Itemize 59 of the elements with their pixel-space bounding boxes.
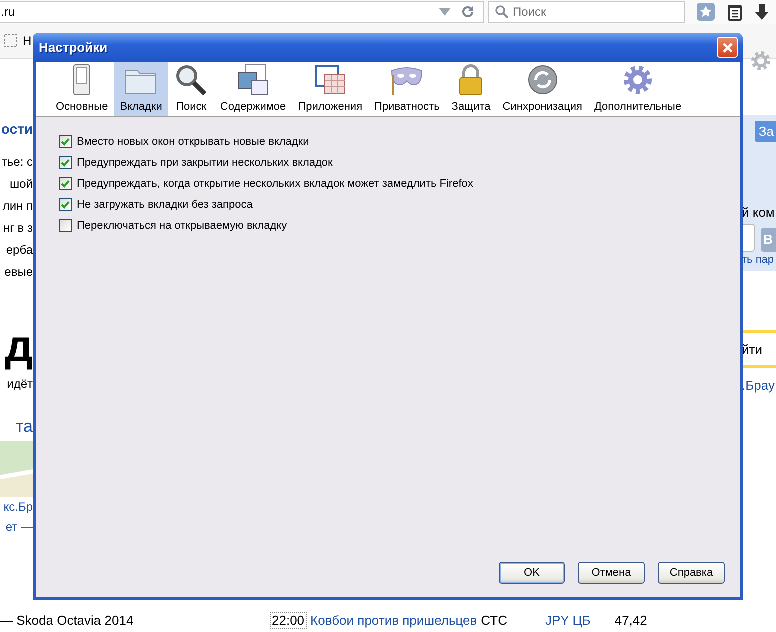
search-icon: [174, 63, 208, 97]
dropdown-arrow-icon[interactable]: [439, 8, 451, 16]
settings-tab[interactable]: Защита: [446, 62, 497, 116]
article-text: шой: [10, 176, 33, 193]
clipboard-icon[interactable]: [727, 3, 743, 21]
checkmark-icon: [61, 158, 70, 166]
article-link[interactable]: кс.Бр: [4, 497, 33, 517]
download-arrow-icon[interactable]: [755, 4, 769, 20]
article-text: тье: с: [2, 154, 33, 171]
checkmark-icon: [61, 200, 70, 208]
settings-tab[interactable]: Приватность: [368, 62, 446, 116]
find-button[interactable]: йти: [742, 342, 762, 356]
settings-tab[interactable]: Дополнительные: [588, 62, 688, 116]
form-label: й ком: [742, 205, 776, 220]
article-text: идёт: [7, 376, 33, 393]
checkmark-icon: [61, 180, 70, 188]
settings-tab[interactable]: Поиск: [168, 62, 214, 116]
photo-placeholder: [0, 441, 33, 497]
link[interactable]: .Брау: [742, 378, 776, 393]
settings-tab[interactable]: Вкладки: [114, 62, 168, 116]
settings-tab[interactable]: Основные: [50, 62, 114, 116]
settings-tab[interactable]: Содержимое: [214, 62, 292, 116]
address-field[interactable]: .ru: [0, 1, 484, 23]
option-checkbox[interactable]: Предупреждать при закрытии нескольких вкладок: [59, 156, 740, 169]
rate-value: 47,42: [614, 612, 648, 628]
close-icon: [722, 42, 734, 54]
settings-tab[interactable]: Приложения: [292, 62, 369, 116]
search-icon: [495, 5, 509, 19]
article-link[interactable]: ости: [1, 121, 33, 151]
option-checkbox[interactable]: Предупреждать, когда открытие нескольких вкладок может замедлить Firefox: [59, 177, 740, 190]
window-title: Настройки: [39, 40, 109, 55]
article-text: лин п: [2, 198, 33, 215]
search-field[interactable]: Поиск: [488, 1, 685, 23]
channel-label: СТС: [481, 612, 508, 628]
article-link[interactable]: ет —: [6, 517, 33, 537]
settings-tab[interactable]: Синхронизация: [496, 62, 588, 116]
gear-icon[interactable]: [750, 50, 772, 72]
tv-show-link[interactable]: Ковбои против пришельцев: [310, 612, 478, 628]
article-link[interactable]: та: [16, 417, 33, 437]
checkmark-icon: [61, 138, 70, 146]
option-checkbox[interactable]: Вместо новых окон открывать новые вкладки: [59, 135, 740, 148]
input-field[interactable]: [742, 224, 755, 252]
dialog-button[interactable]: Отмена: [578, 562, 645, 584]
option-checkbox[interactable]: Не загружать вкладки без запроса: [59, 198, 740, 211]
article-text: евые: [4, 264, 33, 281]
article-text: ерба: [6, 242, 33, 259]
bookmark-label[interactable]: Н: [23, 34, 32, 48]
currency-link[interactable]: JPY ЦБ: [545, 612, 591, 628]
option-checkbox[interactable]: Переключаться на открываемую вкладку: [59, 219, 740, 232]
link[interactable]: ть пар: [742, 254, 776, 266]
close-button[interactable]: [717, 37, 738, 58]
article-text: нг в з: [3, 220, 33, 237]
headline-text: д: [5, 321, 33, 373]
bookmark-icon[interactable]: [4, 34, 18, 48]
dialog-button[interactable]: OK: [499, 562, 565, 584]
reload-icon[interactable]: [461, 5, 475, 19]
dialog-button[interactable]: Справка: [658, 562, 725, 584]
news-text: — Skoda Octavia 2014: [0, 612, 135, 628]
time-label: 22:00: [270, 612, 307, 628]
